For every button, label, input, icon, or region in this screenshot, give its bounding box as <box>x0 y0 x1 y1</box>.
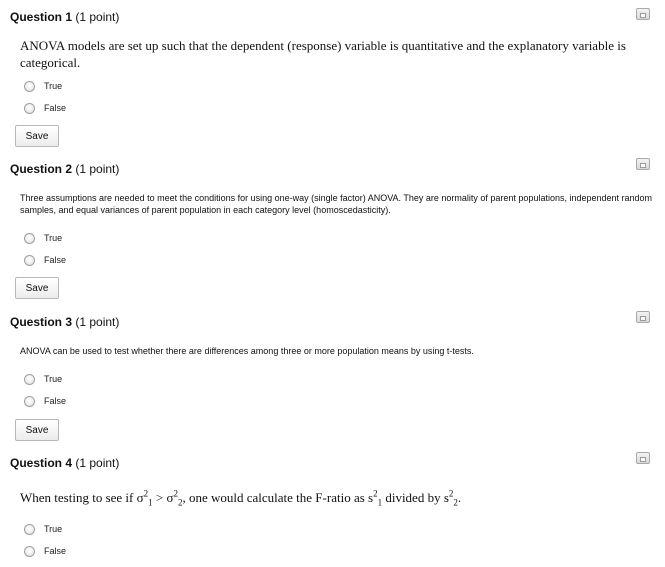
formula-text: , one would calculate the F-ratio as s <box>182 490 374 505</box>
option-false[interactable]: False <box>24 100 66 116</box>
save-answer-icon[interactable] <box>636 311 650 323</box>
option-true[interactable]: True <box>24 230 62 246</box>
save-button[interactable]: Save <box>15 277 59 299</box>
option-true[interactable]: True <box>24 371 62 387</box>
question-text: Three assumptions are needed to meet the… <box>20 193 653 215</box>
option-label: False <box>44 255 67 265</box>
formula-text: > σ <box>152 490 174 505</box>
save-button[interactable]: Save <box>15 125 59 147</box>
option-label: True <box>44 524 63 534</box>
option-label: True <box>44 233 63 243</box>
option-false[interactable]: False <box>24 393 66 409</box>
question-points: (1 point) <box>75 162 120 176</box>
question-title: Question 1 <box>10 10 73 24</box>
option-label: False <box>44 546 67 556</box>
radio-true[interactable] <box>24 232 35 244</box>
option-label: True <box>44 81 63 91</box>
radio-false[interactable] <box>24 254 35 266</box>
radio-true[interactable] <box>24 373 35 385</box>
question-text: When testing to see if σ21 > σ22, one wo… <box>20 489 658 507</box>
save-button[interactable]: Save <box>15 419 59 441</box>
formula-text: divided by s <box>382 490 449 505</box>
formula-text: . <box>457 490 462 505</box>
radio-false[interactable] <box>24 102 35 114</box>
question-points: (1 point) <box>75 315 120 329</box>
radio-true[interactable] <box>24 523 35 535</box>
radio-false[interactable] <box>24 545 35 557</box>
radio-false[interactable] <box>24 395 35 407</box>
question-header: Question 3 (1 point) <box>10 315 119 329</box>
save-answer-icon[interactable] <box>636 158 650 170</box>
formula-text: When testing to see if σ <box>20 490 144 505</box>
option-true[interactable]: True <box>24 521 62 537</box>
radio-true[interactable] <box>24 80 35 92</box>
question-text: ANOVA models are set up such that the de… <box>20 38 626 70</box>
question-header: Question 2 (1 point) <box>10 162 119 176</box>
save-answer-icon[interactable] <box>636 8 650 20</box>
question-title: Question 3 <box>10 315 73 329</box>
question-text: ANOVA can be used to test whether there … <box>20 346 474 356</box>
save-answer-icon[interactable] <box>636 452 650 464</box>
option-true[interactable]: True <box>24 78 62 94</box>
option-label: False <box>44 103 67 113</box>
question-title: Question 2 <box>10 162 73 176</box>
option-label: False <box>44 396 67 406</box>
option-label: True <box>44 374 63 384</box>
option-false[interactable]: False <box>24 252 66 268</box>
question-header: Question 4 (1 point) <box>10 456 119 470</box>
option-false[interactable]: False <box>24 543 66 559</box>
question-header: Question 1 (1 point) <box>10 10 119 24</box>
question-points: (1 point) <box>75 456 120 470</box>
question-title: Question 4 <box>10 456 73 470</box>
question-points: (1 point) <box>75 10 120 24</box>
